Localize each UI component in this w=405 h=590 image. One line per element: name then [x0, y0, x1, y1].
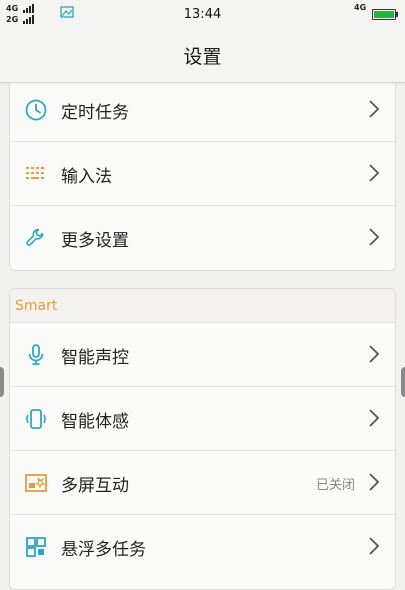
- settings-group-general: 定时任务 输入法 更多设置: [9, 70, 396, 271]
- battery-icon: [372, 9, 398, 20]
- network-type: 4G: [354, 3, 367, 12]
- status-bar: 4G 2G 13:44 4G: [0, 0, 405, 30]
- nav-header: 设置: [0, 30, 405, 83]
- keyboard-icon: [26, 167, 44, 179]
- settings-item-label: 定时任务: [61, 103, 129, 123]
- right-edge-handle[interactable]: [401, 367, 405, 397]
- phone-motion-icon: [26, 409, 46, 429]
- chevron-right-icon: [369, 409, 380, 427]
- chevron-right-icon: [369, 228, 380, 246]
- status-time: 13:44: [183, 7, 222, 22]
- settings-item-label: 输入法: [61, 167, 112, 187]
- microphone-icon: [28, 344, 44, 365]
- settings-item-label: 悬浮多任务: [61, 540, 146, 560]
- section-header-label: Smart: [15, 298, 58, 314]
- multiscreen-icon: [25, 474, 47, 492]
- left-edge-handle[interactable]: [0, 367, 4, 397]
- chevron-right-icon: [369, 164, 380, 182]
- floating-window-icon: [26, 537, 46, 557]
- settings-item-label: 智能声控: [61, 348, 129, 368]
- page-title: 设置: [183, 46, 222, 68]
- settings-item-scheduled-tasks[interactable]: 定时任务: [10, 78, 395, 142]
- chevron-right-icon: [369, 537, 380, 555]
- wrench-icon: [26, 228, 44, 246]
- settings-item-label: 更多设置: [61, 231, 129, 251]
- settings-item-smart-voice[interactable]: 智能声控: [10, 323, 395, 387]
- status-text: 已关闭: [315, 478, 355, 493]
- chevron-right-icon: [369, 100, 380, 118]
- section-header-smart: Smart: [10, 289, 395, 323]
- clock-icon: [25, 99, 47, 121]
- settings-item-multiscreen[interactable]: 多屏互动 已关闭: [10, 451, 395, 515]
- settings-item-floating-multitask[interactable]: 悬浮多任务: [10, 515, 395, 579]
- settings-item-more-settings[interactable]: 更多设置: [10, 206, 395, 270]
- settings-group-smart: Smart 智能声控 智能体感 多屏互动 已关闭 悬浮多任务: [9, 288, 396, 590]
- settings-item-smart-motion[interactable]: 智能体感: [10, 387, 395, 451]
- settings-item-input-method[interactable]: 输入法: [10, 142, 395, 206]
- settings-item-label: 智能体感: [61, 412, 129, 432]
- chevron-right-icon: [369, 473, 380, 491]
- settings-item-label: 多屏互动: [61, 476, 129, 496]
- chevron-right-icon: [369, 345, 380, 363]
